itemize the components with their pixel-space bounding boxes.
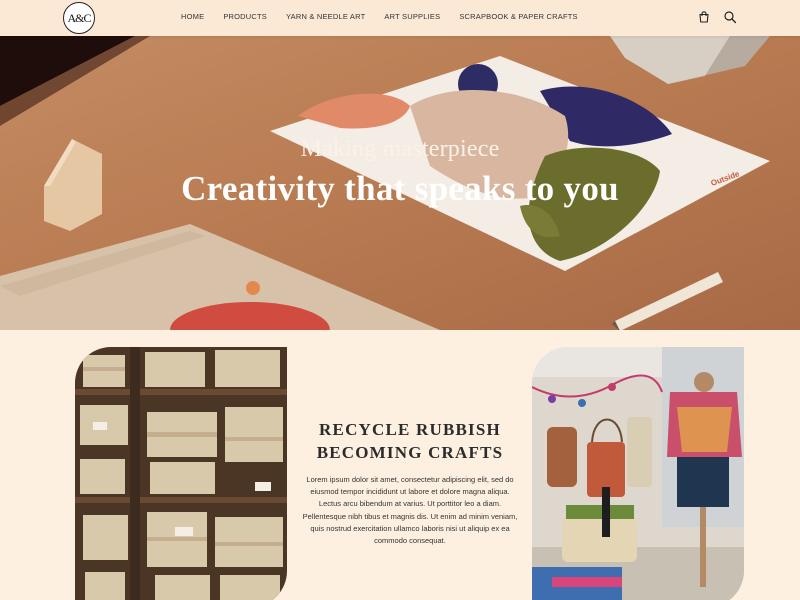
nav-home[interactable]: HOME: [181, 12, 204, 21]
nav-art-supplies[interactable]: ART SUPPLIES: [384, 12, 440, 21]
search-icon[interactable]: [723, 10, 737, 24]
nav-products[interactable]: PRODUCTS: [223, 12, 267, 21]
hero-subtitle: Making masterpiece: [300, 136, 500, 162]
hero-text: Making masterpiece Creativity that speak…: [0, 136, 800, 209]
nav-scrapbook-paper-crafts[interactable]: SCRAPBOOK & PAPER CRAFTS: [459, 12, 577, 21]
section-body: Lorem ipsum dolor sit amet, consectetur …: [302, 475, 518, 546]
site-header: A&C HOME PRODUCTS YARN & NEEDLE ART ART …: [0, 0, 800, 36]
heading-line-2: BECOMING CRAFTS: [316, 443, 504, 462]
feature-section: RECYCLE RUBBISH BECOMING CRAFTS Lorem ip…: [0, 330, 800, 600]
hero-title: Creativity that speaks to you: [181, 169, 619, 208]
craft-market-stall-image: [532, 347, 744, 600]
cart-icon[interactable]: [697, 10, 711, 24]
feature-text: RECYCLE RUBBISH BECOMING CRAFTS Lorem ip…: [300, 418, 520, 547]
logo[interactable]: A&C: [63, 2, 95, 34]
nav-yarn-needle-art[interactable]: YARN & NEEDLE ART: [286, 12, 365, 21]
main-nav: HOME PRODUCTS YARN & NEEDLE ART ART SUPP…: [181, 12, 597, 21]
heading-line-1: RECYCLE RUBBISH: [319, 420, 501, 439]
hero-banner: Outside Making masterpiece Creativity th…: [0, 36, 800, 330]
header-icons: [697, 10, 737, 24]
section-heading: RECYCLE RUBBISH BECOMING CRAFTS: [300, 418, 520, 464]
recycled-paper-shelves-image: [75, 347, 287, 600]
